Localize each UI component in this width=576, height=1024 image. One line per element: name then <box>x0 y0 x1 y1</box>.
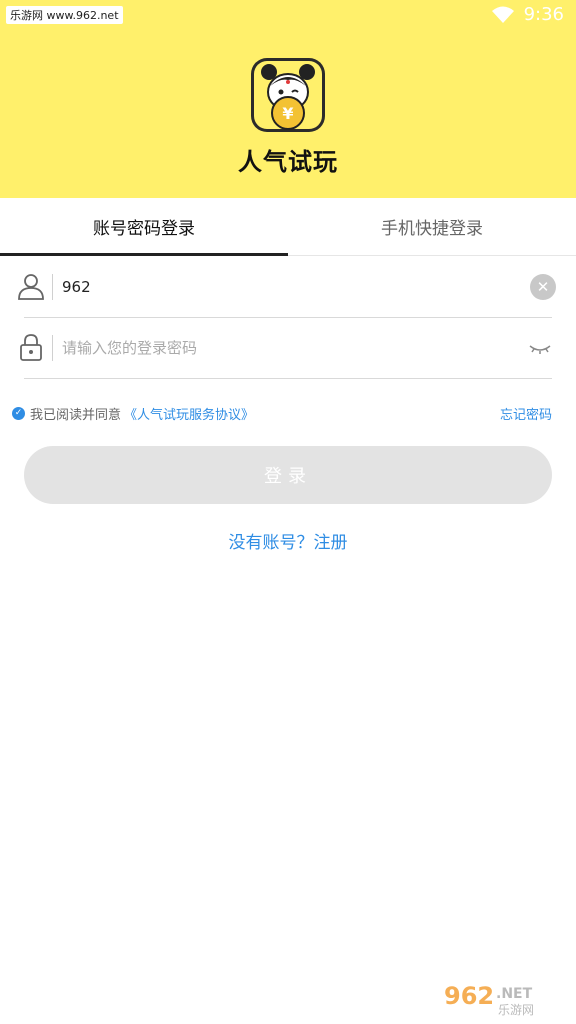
agreement-row: ✓ 我已阅读并同意 《人气试玩服务协议》 忘记密码 <box>12 402 552 424</box>
clear-icon[interactable]: ✕ <box>530 274 556 300</box>
password-input[interactable] <box>62 330 512 366</box>
lock-icon <box>20 334 42 361</box>
status-time: 9:36 <box>523 4 564 25</box>
tab-password-login[interactable]: 账号密码登录 <box>0 198 288 256</box>
agreement-link[interactable]: 《人气试玩服务协议》 <box>124 404 254 423</box>
checkbox-checked-icon[interactable]: ✓ <box>12 406 25 420</box>
login-button[interactable]: 登录 <box>24 446 552 504</box>
svg-text:.NET: .NET <box>496 986 533 1002</box>
status-bar: 乐游网 www.962.net 9:36 <box>0 0 576 30</box>
watermark-label: 乐游网 www.962.net <box>6 6 123 24</box>
forgot-password-link[interactable]: 忘记密码 <box>500 404 552 423</box>
account-field: ✕ <box>18 257 556 318</box>
password-field <box>20 318 552 379</box>
agreement-text: 我已阅读并同意 <box>30 407 122 423</box>
account-input[interactable] <box>62 269 512 305</box>
svg-text:962: 962 <box>444 982 494 1010</box>
svg-text:乐游网: 乐游网 <box>498 1003 534 1017</box>
register-link[interactable]: 没有账号？注册 <box>0 528 576 553</box>
app-logo-icon: ¥ <box>251 58 325 132</box>
watermark-logo: 962 .NET 乐游网 <box>444 982 534 1017</box>
login-tabs: 账号密码登录 手机快捷登录 <box>0 198 576 256</box>
field-separator <box>52 335 53 361</box>
tab-phone-login[interactable]: 手机快捷登录 <box>288 198 576 255</box>
wifi-icon <box>491 6 514 23</box>
svg-text:¥: ¥ <box>282 104 293 123</box>
eye-closed-icon[interactable] <box>528 338 552 358</box>
user-icon <box>18 274 44 300</box>
field-separator <box>52 274 53 300</box>
app-name: 人气试玩 <box>238 148 338 176</box>
status-icons: 9:36 <box>491 4 564 25</box>
header-banner: 乐游网 www.962.net 9:36 ¥ 人气试玩 <box>0 0 576 198</box>
